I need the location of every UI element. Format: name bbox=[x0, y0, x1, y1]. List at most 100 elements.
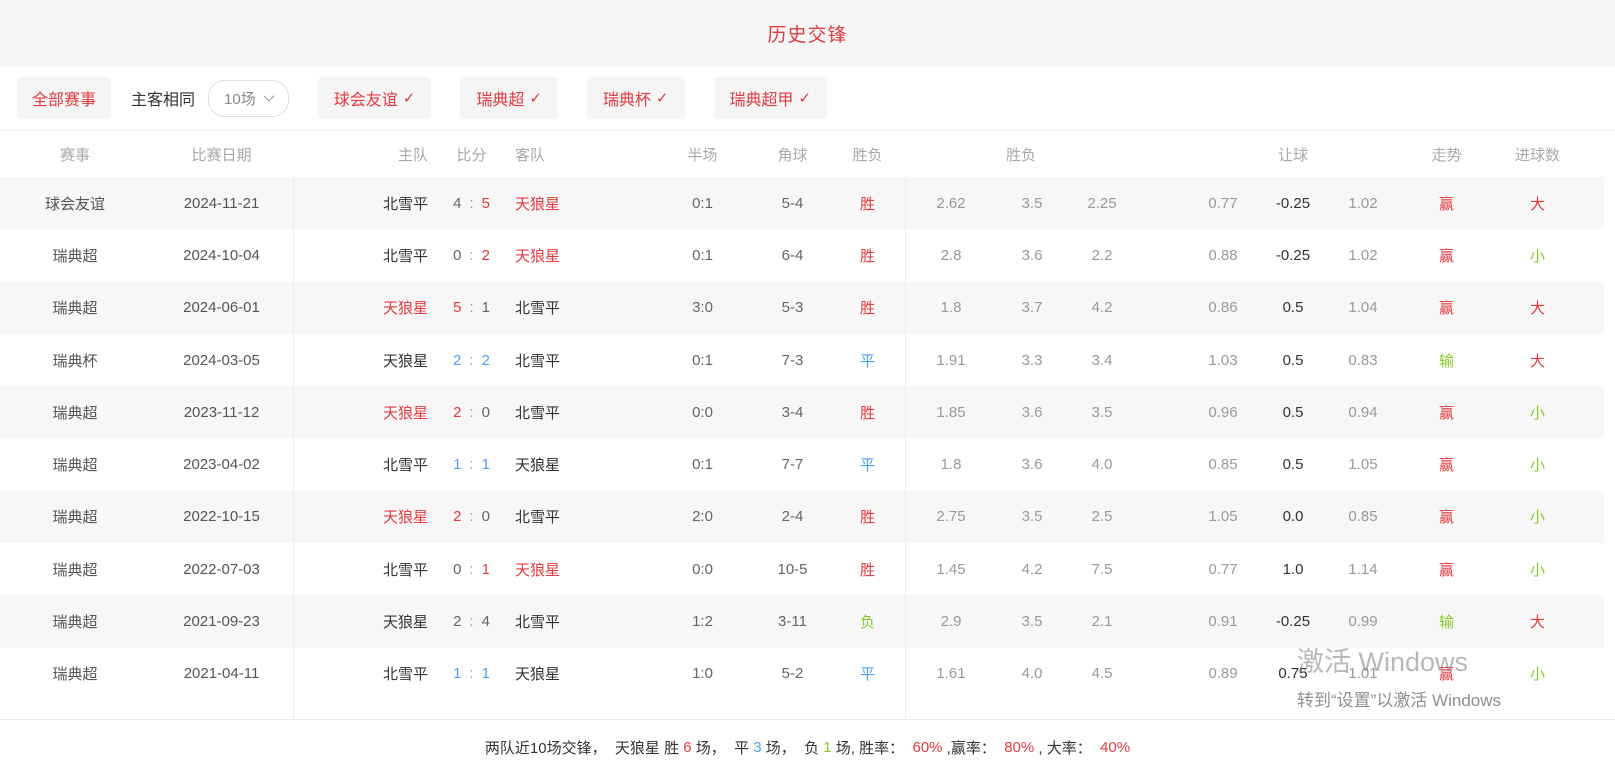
away-team: 天狼星 bbox=[515, 559, 650, 580]
goals-cell: 大 bbox=[1495, 350, 1580, 371]
score-away: 0 bbox=[482, 404, 490, 421]
event-cell: 瑞典杯 bbox=[0, 350, 150, 371]
score-away: 5 bbox=[482, 195, 490, 212]
score-cell: 2 : 2 bbox=[428, 352, 515, 369]
score-separator: : bbox=[469, 613, 473, 630]
win-odd: 2.5 bbox=[1067, 508, 1137, 525]
filter-all-events-button[interactable]: 全部赛事 bbox=[17, 77, 111, 119]
corner-cell: 5-2 bbox=[755, 665, 830, 682]
event-cell: 瑞典超 bbox=[0, 663, 150, 684]
corner-cell: 7-7 bbox=[755, 456, 830, 473]
score-home: 1 bbox=[453, 456, 461, 473]
date-cell: 2021-09-23 bbox=[150, 613, 293, 630]
handicap-odd: 0.85 bbox=[1328, 508, 1398, 525]
header-half: 半场 bbox=[650, 144, 755, 165]
away-team: 天狼星 bbox=[515, 663, 650, 684]
win-odd: 3.6 bbox=[997, 456, 1067, 473]
handicap-odd: 0.99 bbox=[1328, 613, 1398, 630]
filter-tag-svenska-cupen[interactable]: 瑞典杯 ✓ bbox=[587, 77, 685, 119]
win-odd: 2.8 bbox=[905, 247, 997, 264]
handicap-odd: 1.03 bbox=[1188, 352, 1258, 369]
summary-segment: 场, 胜率： bbox=[832, 737, 913, 758]
event-cell: 瑞典超 bbox=[0, 297, 150, 318]
header-home: 主队 bbox=[293, 144, 428, 165]
result-cell: 胜 bbox=[830, 193, 905, 214]
handicap-odd: 0.86 bbox=[1188, 299, 1258, 316]
header-win-odds-group: 胜负 bbox=[905, 144, 1137, 165]
goals-cell: 小 bbox=[1495, 559, 1580, 580]
filter-tag-friendly[interactable]: 球会友谊 ✓ bbox=[318, 77, 432, 119]
filter-home-away-button[interactable]: 主客相同 bbox=[131, 86, 195, 110]
score-away: 1 bbox=[482, 665, 490, 682]
event-cell: 瑞典超 bbox=[0, 506, 150, 527]
summary-segment: 两队近10场交锋， 天狼星 胜 bbox=[485, 737, 683, 758]
handicap-odd: 0.5 bbox=[1258, 299, 1328, 316]
score-home: 2 bbox=[453, 404, 461, 421]
win-odd: 3.7 bbox=[997, 299, 1067, 316]
corner-cell: 3-11 bbox=[755, 613, 830, 630]
date-cell: 2023-04-02 bbox=[150, 456, 293, 473]
half-cell: 0:0 bbox=[650, 404, 755, 421]
win-odd: 2.2 bbox=[1067, 247, 1137, 264]
table-row: 瑞典超 2022-10-15 天狼星 2 : 0 北雪平 2:0 2-4 胜 2… bbox=[0, 491, 1604, 543]
date-cell: 2021-04-11 bbox=[150, 665, 293, 682]
page-title: 历史交锋 bbox=[767, 20, 847, 47]
table-row: 瑞典超 2024-06-01 天狼星 5 : 1 北雪平 3:0 5-3 胜 1… bbox=[0, 282, 1604, 334]
match-count-dropdown[interactable]: 10场 bbox=[208, 80, 289, 117]
filter-bar: 全部赛事 主客相同 10场 球会友谊 ✓ 瑞典超 ✓ 瑞典杯 ✓ 瑞典超甲 ✓ bbox=[0, 66, 1615, 130]
date-cell: 2022-07-03 bbox=[150, 561, 293, 578]
score-home: 1 bbox=[453, 665, 461, 682]
score-away: 1 bbox=[482, 561, 490, 578]
half-cell: 1:0 bbox=[650, 665, 755, 682]
filter-tag-label: 瑞典超 bbox=[476, 86, 524, 110]
half-cell: 0:1 bbox=[650, 247, 755, 264]
filter-tag-allsvenskan[interactable]: 瑞典超 ✓ bbox=[460, 77, 558, 119]
goals-cell: 小 bbox=[1495, 454, 1580, 475]
corner-cell: 5-3 bbox=[755, 299, 830, 316]
handicap-odd: 1.14 bbox=[1328, 561, 1398, 578]
chevron-down-icon bbox=[263, 90, 274, 101]
event-cell: 瑞典超 bbox=[0, 611, 150, 632]
win-odd: 7.5 bbox=[1067, 561, 1137, 578]
win-odd: 2.25 bbox=[1067, 195, 1137, 212]
summary-segment: 60% bbox=[912, 739, 942, 756]
half-cell: 3:0 bbox=[650, 299, 755, 316]
summary-segment: 场， 平 bbox=[692, 737, 754, 758]
date-cell: 2024-10-04 bbox=[150, 247, 293, 264]
win-odd: 2.62 bbox=[905, 195, 997, 212]
home-team: 天狼星 bbox=[293, 402, 428, 423]
handicap-odd: 0.88 bbox=[1188, 247, 1258, 264]
goals-cell: 大 bbox=[1495, 297, 1580, 318]
table-row: 球会友谊 2024-11-21 北雪平 4 : 5 天狼星 0:1 5-4 胜 … bbox=[0, 177, 1604, 229]
score-separator: : bbox=[469, 195, 473, 212]
score-home: 2 bbox=[453, 508, 461, 525]
filter-tag-superettan[interactable]: 瑞典超甲 ✓ bbox=[714, 77, 828, 119]
corner-cell: 3-4 bbox=[755, 404, 830, 421]
goals-cell: 小 bbox=[1495, 663, 1580, 684]
home-team: 天狼星 bbox=[293, 350, 428, 371]
table-row: 瑞典杯 2024-03-05 天狼星 2 : 2 北雪平 0:1 7-3 平 1… bbox=[0, 334, 1604, 386]
win-odd: 4.2 bbox=[1067, 299, 1137, 316]
trend-cell: 赢 bbox=[1398, 193, 1495, 214]
win-odd: 2.1 bbox=[1067, 613, 1137, 630]
win-odd: 1.8 bbox=[905, 456, 997, 473]
goals-cell: 小 bbox=[1495, 402, 1580, 423]
away-team: 北雪平 bbox=[515, 506, 650, 527]
handicap-odd: -0.25 bbox=[1258, 613, 1328, 630]
event-cell: 球会友谊 bbox=[0, 193, 150, 214]
win-odd: 1.91 bbox=[905, 352, 997, 369]
goals-cell: 小 bbox=[1495, 506, 1580, 527]
win-odd: 4.0 bbox=[997, 665, 1067, 682]
score-home: 4 bbox=[453, 195, 461, 212]
checkmark-icon: ✓ bbox=[529, 89, 542, 107]
win-odd: 2.75 bbox=[905, 508, 997, 525]
away-team: 天狼星 bbox=[515, 193, 650, 214]
event-cell: 瑞典超 bbox=[0, 559, 150, 580]
handicap-odd: 0.91 bbox=[1188, 613, 1258, 630]
summary-segment: 80% bbox=[1004, 739, 1034, 756]
win-odd: 1.8 bbox=[905, 299, 997, 316]
score-cell: 4 : 5 bbox=[428, 195, 515, 212]
score-cell: 1 : 1 bbox=[428, 665, 515, 682]
header-score: 比分 bbox=[428, 144, 515, 165]
handicap-odd: 1.05 bbox=[1328, 456, 1398, 473]
